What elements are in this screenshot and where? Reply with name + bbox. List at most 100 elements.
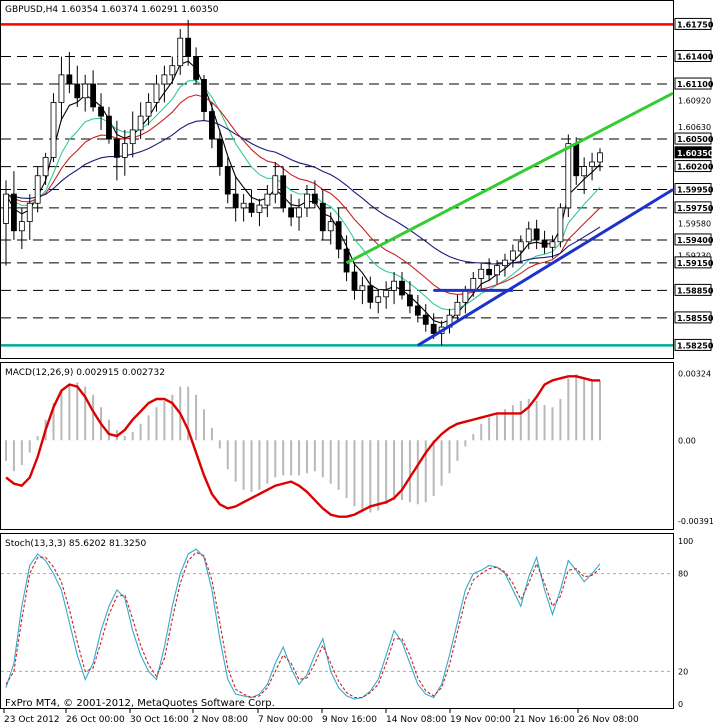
candle-body <box>256 204 263 213</box>
candle-body <box>74 83 81 99</box>
copyright-text: FxPro MT4, © 2001-2012, MetaQuotes Softw… <box>5 698 275 709</box>
candle-body <box>272 175 279 195</box>
x-tick-label: 26 Oct 00:00 <box>66 715 125 725</box>
price-tick-label: 1.59580 <box>678 219 711 228</box>
candle-body <box>375 296 382 303</box>
candle-body <box>42 157 49 177</box>
price-level-label: 1.59400 <box>677 236 713 245</box>
price-level-label: 1.58850 <box>677 286 713 295</box>
candle-body <box>169 65 176 76</box>
price-tick-label: 1.60920 <box>678 97 711 106</box>
x-tick-label: 30 Oct 16:00 <box>130 715 189 725</box>
price-level-label: 1.59150 <box>677 259 713 268</box>
candle-body <box>414 305 421 316</box>
macd-title: MACD(12,26,9) 0.002915 0.002732 <box>5 368 165 378</box>
candle-body <box>478 268 485 279</box>
candle-body <box>502 259 508 267</box>
candle-body <box>430 323 437 334</box>
candle-body <box>209 111 215 140</box>
macd-tick-label: 0.00 <box>678 436 696 445</box>
price-level-label: 1.58550 <box>677 314 713 323</box>
candle-body <box>557 207 564 243</box>
candle-body <box>525 228 532 243</box>
stoch-panel <box>0 533 674 709</box>
candle-body <box>359 285 366 291</box>
x-tick-label: 2 Nov 08:00 <box>193 715 248 725</box>
candle-body <box>422 314 429 325</box>
candle-body <box>407 294 413 307</box>
candle-body <box>129 129 136 145</box>
chart-canvas: 1.61400 1.61100 1.60920 1.60630 1.60500 1.602… <box>0 0 713 725</box>
candle-body <box>113 138 120 158</box>
candle-body <box>486 268 493 276</box>
candle-body <box>509 250 516 261</box>
candle-body <box>161 74 168 85</box>
candle-body <box>533 228 540 241</box>
price-level-label: 1.61750 <box>677 20 713 29</box>
candle-body <box>565 143 572 209</box>
stoch-tick-label: 80 <box>678 570 688 579</box>
price-level-label: 1.59750 <box>677 204 713 213</box>
candle-body <box>34 175 41 204</box>
candle-body <box>541 239 548 248</box>
price-axis: 1.61400 1.61100 1.60920 1.60630 1.60500 1.602… <box>674 17 713 351</box>
candle-body <box>26 202 33 223</box>
candle-body <box>145 101 152 117</box>
candle-body <box>280 175 287 209</box>
candle-body <box>193 56 199 80</box>
candle-body <box>589 161 595 167</box>
candle-body <box>399 280 405 296</box>
candle-body <box>216 138 223 167</box>
candle-body <box>18 221 25 232</box>
time-axis: 23 Oct 2012 26 Oct 00:00 30 Oct 16:00 2 Nov… <box>3 709 639 725</box>
stoch-tick-label: 0 <box>678 700 683 709</box>
candle-body <box>264 193 271 206</box>
price-title: GBPUSD,H4 1.60354 1.60374 1.60291 1.6035… <box>5 5 219 15</box>
candle-body <box>82 83 89 99</box>
candle-body <box>454 301 461 316</box>
candle-body <box>319 202 326 232</box>
candle-body <box>288 207 295 218</box>
candle-body <box>494 265 500 276</box>
candle-body <box>106 115 112 140</box>
candle-body <box>58 74 65 103</box>
candle-body <box>351 271 358 291</box>
x-tick-label: 9 Nov 16:00 <box>322 715 377 725</box>
candle-body <box>517 241 524 252</box>
candle-body <box>177 37 184 67</box>
candle-body <box>98 106 104 117</box>
price-level-label: 1.58250 <box>677 341 713 350</box>
candle-body <box>335 221 342 250</box>
candle-body <box>3 193 9 224</box>
price-tick-label: 1.60630 <box>678 123 711 132</box>
candle-body <box>224 166 231 195</box>
candle-body <box>185 37 192 57</box>
candle-body <box>597 152 603 163</box>
macd-axis: 0.00324 0.00 -0.00391 <box>678 369 713 526</box>
candle-body <box>11 193 17 232</box>
x-tick-label: 26 Nov 08:00 <box>578 715 639 725</box>
price-panel <box>0 0 674 359</box>
candle-body <box>296 207 302 218</box>
candle-body <box>573 143 580 177</box>
x-tick-label: 23 Oct 2012 <box>4 715 60 725</box>
x-tick-label: 21 Nov 16:00 <box>514 715 575 725</box>
candle-body <box>66 74 73 85</box>
candle-body <box>153 83 160 103</box>
macd-tick-label: -0.00391 <box>678 517 713 526</box>
candle-body <box>549 241 556 248</box>
candle-body <box>201 79 207 112</box>
candle-body <box>248 202 255 213</box>
price-level-label: 1.61100 <box>677 80 713 89</box>
candle-body <box>121 143 128 158</box>
candle-body <box>311 193 318 204</box>
x-tick-label: 14 Nov 08:00 <box>386 715 447 725</box>
price-level-label: 1.61400 <box>677 53 713 62</box>
candle-body <box>327 221 334 232</box>
macd-tick-label: 0.00324 <box>678 369 711 378</box>
price-level-label: 1.60350 <box>677 149 713 158</box>
candle-body <box>232 193 239 209</box>
candle-body <box>90 83 97 108</box>
price-level-label: 1.60500 <box>677 135 713 144</box>
candle-body <box>304 193 310 209</box>
